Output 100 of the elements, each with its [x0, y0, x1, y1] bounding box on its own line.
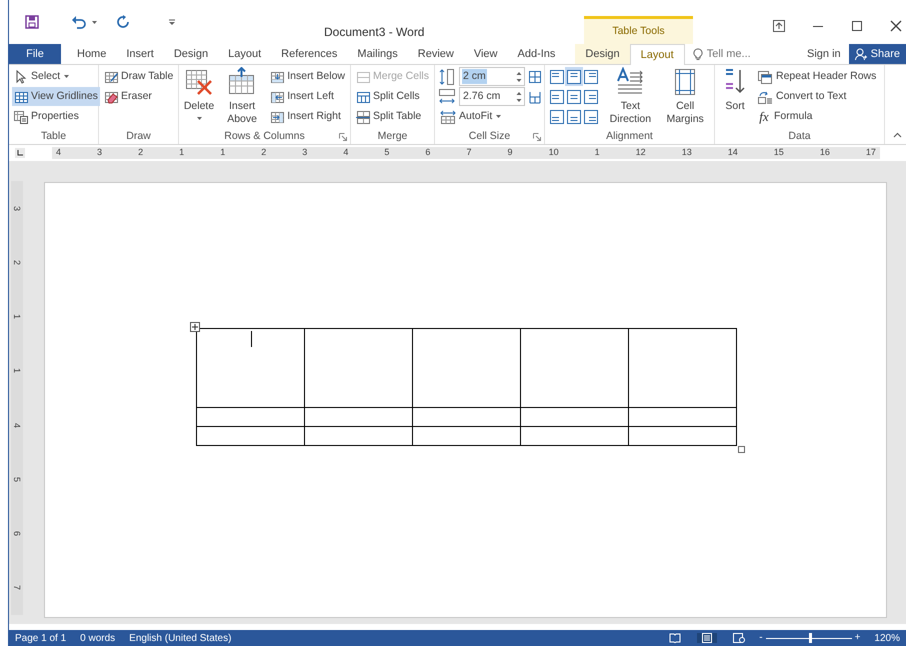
- table-cell[interactable]: [413, 329, 521, 408]
- align-button[interactable]: [548, 87, 566, 106]
- ribbon-button[interactable]: Delete: [182, 67, 216, 129]
- maximize-icon[interactable]: [851, 20, 863, 32]
- alignment-icon: [566, 90, 581, 104]
- ribbon-tab[interactable]: Review: [408, 44, 464, 64]
- ribbon-tab[interactable]: Mailings: [347, 44, 408, 64]
- align-button[interactable]: [548, 67, 566, 86]
- ribbon-tab[interactable]: Home: [67, 44, 116, 64]
- ribbon-button[interactable]: Draw Table: [102, 67, 176, 86]
- table-cell[interactable]: [629, 329, 737, 408]
- close-icon[interactable]: [890, 20, 902, 32]
- read-mode-icon[interactable]: [669, 633, 682, 643]
- ribbon-display-icon[interactable]: [773, 20, 785, 32]
- ribbon-button[interactable]: Properties: [12, 107, 100, 126]
- align-button[interactable]: [548, 107, 566, 126]
- zoom-level[interactable]: 120%: [874, 630, 900, 646]
- zoom-out-button[interactable]: -: [759, 633, 763, 643]
- table-cell[interactable]: [197, 329, 305, 408]
- table-cell[interactable]: [305, 427, 413, 446]
- table-move-handle-icon[interactable]: [190, 322, 200, 332]
- word-count[interactable]: 0 words: [80, 630, 116, 646]
- sign-in-link[interactable]: Sign in: [799, 44, 849, 64]
- page-count[interactable]: Page 1 of 1: [15, 630, 66, 646]
- web-layout-icon[interactable]: [733, 633, 746, 643]
- ruler-number: 7: [12, 585, 22, 590]
- alignment-icon: [550, 90, 564, 104]
- ribbon-button[interactable]: Insert Above: [219, 67, 266, 129]
- table-cell[interactable]: [629, 408, 737, 427]
- ribbon-tab[interactable]: Add-Ins: [508, 44, 566, 64]
- redo-icon[interactable]: [116, 15, 130, 29]
- ribbon-button[interactable]: Split Cells: [354, 87, 432, 106]
- undo-dropdown-icon: [91, 20, 98, 24]
- align-button[interactable]: [564, 67, 583, 86]
- ribbon-tab[interactable]: Layout: [218, 44, 272, 64]
- ribbon-button[interactable]: AutoFit: [438, 107, 542, 126]
- table-cell[interactable]: [629, 427, 737, 446]
- ribbon-button[interactable]: Select: [12, 67, 100, 86]
- align-button[interactable]: [582, 67, 600, 86]
- ribbon-button[interactable]: Insert Below: [268, 67, 347, 86]
- table-cell[interactable]: [521, 329, 629, 408]
- align-button[interactable]: [564, 87, 583, 106]
- table-cell[interactable]: [521, 408, 629, 427]
- ribbon-tab[interactable]: View: [464, 44, 508, 64]
- table-cell[interactable]: [521, 427, 629, 446]
- dialog-launcher-icon[interactable]: [339, 133, 347, 141]
- table-resize-handle-icon[interactable]: [738, 446, 745, 453]
- save-icon[interactable]: [25, 15, 39, 29]
- formula-glyph: fx: [758, 108, 770, 126]
- align-button[interactable]: [582, 107, 600, 126]
- ribbon-button[interactable]: Text Direction: [604, 67, 656, 129]
- align-button[interactable]: [582, 87, 600, 106]
- ruler-number: 10: [548, 146, 559, 160]
- language-indicator[interactable]: English (United States): [129, 630, 232, 646]
- ribbon-button[interactable]: fx Formula: [755, 107, 878, 126]
- convert-to-text-icon: [757, 90, 773, 104]
- customize-toolbar-icon[interactable]: [168, 18, 176, 26]
- align-button[interactable]: [564, 107, 583, 126]
- alignment-icon: [550, 70, 564, 84]
- table-cell[interactable]: [413, 427, 521, 446]
- ribbon-button[interactable]: Insert Left: [268, 87, 347, 106]
- ribbon-tab[interactable]: References: [271, 44, 348, 64]
- ribbon-button[interactable]: Insert Right: [268, 107, 347, 126]
- slider-thumb[interactable]: [809, 633, 812, 643]
- distribute-columns-icon[interactable]: [528, 90, 542, 104]
- ribbon-button[interactable]: Repeat Header Rows: [755, 67, 878, 86]
- ribbon-button[interactable]: Split Table: [354, 107, 432, 126]
- ribbon-tab[interactable]: Design: [575, 44, 630, 64]
- table-cell[interactable]: [305, 408, 413, 427]
- zoom-in-button[interactable]: +: [854, 633, 860, 643]
- ribbon-button[interactable]: Convert to Text: [755, 87, 878, 106]
- ribbon-button[interactable]: Sort: [718, 67, 752, 129]
- ribbon-tab[interactable]: Design: [164, 44, 218, 64]
- spin-field[interactable]: 2 cm: [459, 67, 525, 86]
- print-layout-icon[interactable]: [701, 633, 714, 643]
- ribbon-button[interactable]: Eraser: [102, 87, 176, 106]
- spin-field[interactable]: 2.76 cm: [459, 87, 525, 106]
- distribute-rows-icon[interactable]: [528, 70, 542, 84]
- ribbon-tab[interactable]: File: [9, 44, 61, 64]
- collapse-ribbon-icon[interactable]: [893, 132, 902, 138]
- table-cell[interactable]: [197, 408, 305, 427]
- ribbon-tab[interactable]: Insert: [116, 44, 164, 64]
- ribbon-button[interactable]: Cell Margins: [659, 67, 712, 129]
- pencil-table-icon: [104, 70, 118, 84]
- table-cell[interactable]: [413, 408, 521, 427]
- person-icon: [854, 48, 867, 60]
- tell-me-field[interactable]: Tell me...: [706, 46, 777, 62]
- undo-icon[interactable]: [71, 15, 87, 29]
- ruler-number: 3: [12, 206, 22, 211]
- share-button[interactable]: Share: [848, 44, 906, 64]
- dialog-launcher-icon[interactable]: [533, 133, 541, 141]
- zoom-slider[interactable]: [766, 633, 852, 643]
- ruler-number: 3: [97, 146, 102, 160]
- ribbon-tab[interactable]: Layout: [630, 44, 685, 65]
- ruler-number: 6: [12, 531, 22, 536]
- table-cell[interactable]: [305, 329, 413, 408]
- ribbon-button[interactable]: View Gridlines: [12, 87, 100, 106]
- alignment-icon: [584, 70, 598, 84]
- table-cell[interactable]: [197, 427, 305, 446]
- tab-selector[interactable]: [15, 148, 25, 158]
